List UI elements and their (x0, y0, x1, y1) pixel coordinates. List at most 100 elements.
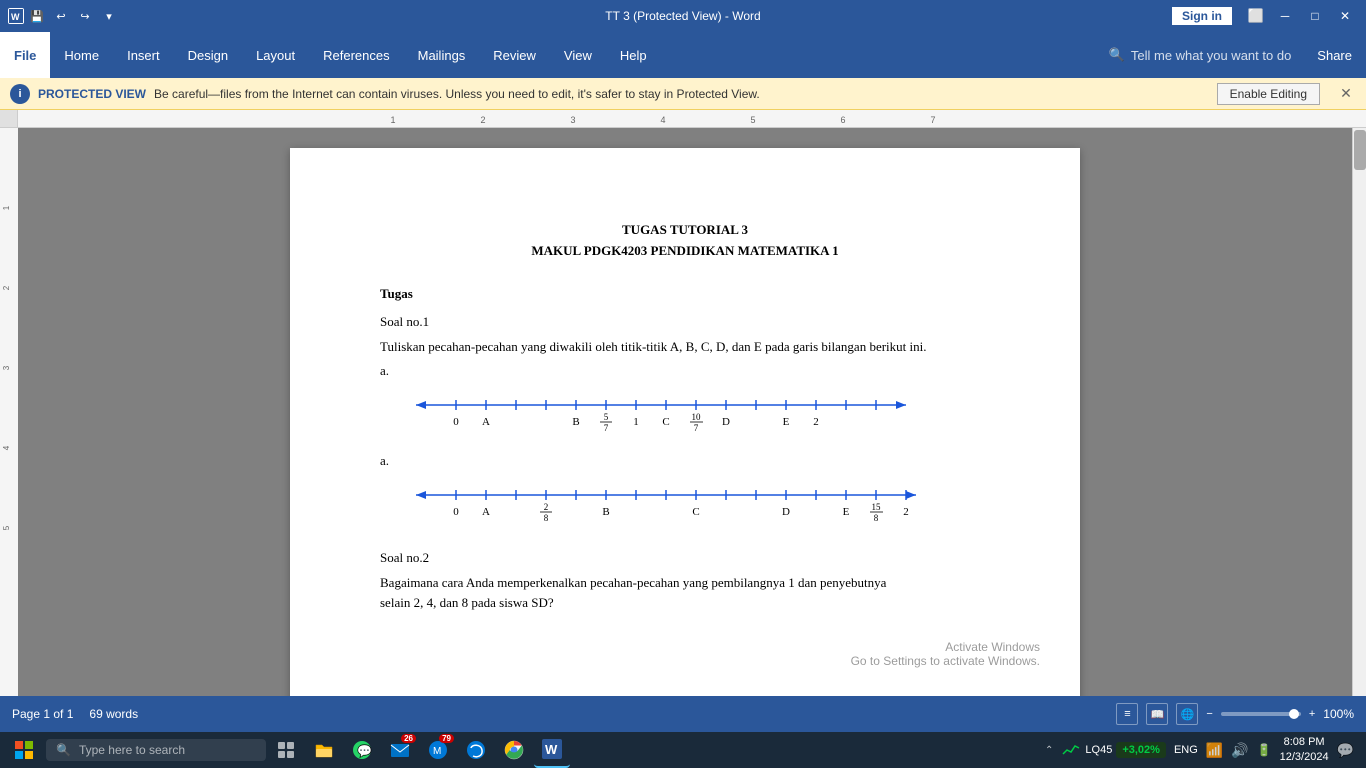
protected-view-bar: i PROTECTED VIEW Be careful—files from t… (0, 78, 1366, 110)
svg-text:6: 6 (840, 115, 845, 125)
taskbar-right: ⌃ LQ45 +3,02% ENG 📶 🔊 🔋 8:08 PM 12/3/202… (1045, 735, 1362, 766)
enable-editing-button[interactable]: Enable Editing (1217, 83, 1320, 105)
title-bar-left: W 💾 ↩ ↪ ▾ (8, 5, 120, 27)
tab-mailings[interactable]: Mailings (404, 32, 480, 78)
section-tugas: Tugas (380, 286, 990, 302)
taskbar-search-icon: 🔍 (56, 743, 71, 757)
activate-watermark: Activate Windows Go to Settings to activ… (851, 640, 1040, 668)
web-layout-btn[interactable]: 🌐 (1176, 703, 1198, 725)
taskview-btn[interactable] (268, 732, 304, 768)
word-count: 69 words (89, 707, 138, 721)
file-explorer-btn[interactable] (306, 732, 342, 768)
share-button[interactable]: Share (1303, 32, 1366, 78)
undo-quick-btn[interactable]: ↩ (50, 5, 72, 27)
status-right: ≡ 📖 🌐 − + 100% (1116, 703, 1354, 725)
taskbar-search[interactable]: 🔍 Type here to search (46, 739, 266, 761)
horizontal-ruler: // Just draw ticks in SVG statically for… (18, 110, 1366, 127)
tray-arrow[interactable]: ⌃ (1045, 745, 1053, 756)
chrome-btn[interactable] (496, 732, 532, 768)
tab-review[interactable]: Review (479, 32, 550, 78)
ruler: // Just draw ticks in SVG statically for… (0, 110, 1366, 128)
svg-text:E: E (843, 506, 850, 518)
svg-text:3: 3 (570, 115, 575, 125)
svg-text:1: 1 (633, 416, 639, 428)
tab-view[interactable]: View (550, 32, 606, 78)
svg-text:2: 2 (813, 416, 819, 428)
ribbon-toggle-btn[interactable]: ⬜ (1244, 6, 1268, 26)
tab-help[interactable]: Help (606, 32, 661, 78)
vertical-scrollbar[interactable] (1352, 128, 1366, 696)
close-btn[interactable]: ✕ (1332, 6, 1358, 26)
svg-text:2: 2 (544, 502, 549, 512)
main-area: 1 2 3 4 5 TUGAS TUTORIAL 3 MAKUL PDGK420… (0, 128, 1366, 696)
save-quick-btn[interactable]: 💾 (26, 5, 48, 27)
svg-text:B: B (602, 506, 609, 518)
search-icon: 🔍 (1109, 47, 1125, 63)
time-display: 8:08 PM (1280, 735, 1329, 750)
svg-text:A: A (482, 506, 490, 518)
tab-insert[interactable]: Insert (113, 32, 174, 78)
document-area[interactable]: TUGAS TUTORIAL 3 MAKUL PDGK4203 PENDIDIK… (18, 128, 1352, 696)
title-line2: MAKUL PDGK4203 PENDIDIKAN MATEMATIKA 1 (380, 241, 990, 262)
ribbon-search[interactable]: 🔍 Tell me what you want to do (1097, 32, 1304, 78)
read-mode-btn[interactable]: 📖 (1146, 703, 1168, 725)
zoom-slider[interactable] (1221, 712, 1301, 716)
ribbon-search-text: Tell me what you want to do (1131, 48, 1291, 63)
svg-text:W: W (11, 12, 20, 22)
title-bar-right: Sign in ⬜ ─ □ ✕ (1172, 6, 1358, 26)
customize-quick-btn[interactable]: ▾ (98, 5, 120, 27)
email-btn[interactable]: 26 (382, 732, 418, 768)
svg-text:2: 2 (480, 115, 485, 125)
svg-text:2: 2 (2, 285, 11, 290)
maximize-btn[interactable]: □ (1302, 6, 1328, 26)
battery-icon[interactable]: 🔋 (1257, 743, 1272, 757)
messaging-btn[interactable]: M 79 (420, 732, 456, 768)
whatsapp-btn[interactable]: 💬 (344, 732, 380, 768)
svg-text:8: 8 (874, 513, 879, 523)
sys-tray-icons: ⌃ (1045, 745, 1053, 756)
redo-quick-btn[interactable]: ↪ (74, 5, 96, 27)
svg-text:7: 7 (694, 423, 699, 433)
protected-close-btn[interactable]: ✕ (1336, 84, 1356, 104)
network-icon[interactable]: 📶 (1206, 742, 1223, 759)
svg-text:C: C (662, 416, 669, 428)
zoom-minus[interactable]: − (1206, 708, 1212, 720)
svg-text:W: W (545, 742, 558, 757)
word-taskbar-btn[interactable]: W (534, 732, 570, 768)
svg-text:1: 1 (2, 205, 11, 210)
svg-text:2: 2 (903, 506, 909, 518)
svg-text:4: 4 (660, 115, 665, 125)
number-line-1-svg: 0 A B 5 7 1 C 10 7 D E 2 (396, 387, 926, 437)
edge-btn[interactable] (458, 732, 494, 768)
svg-text:5: 5 (604, 412, 609, 422)
language-indicator[interactable]: ENG (1174, 744, 1198, 756)
taskbar-search-placeholder: Type here to search (79, 743, 185, 757)
status-bar: Page 1 of 1 69 words ≡ 📖 🌐 − + 100% (0, 696, 1366, 732)
soal1-text: Tuliskan pecahan-pecahan yang diwakili o… (380, 337, 990, 357)
tab-file[interactable]: File (0, 32, 50, 78)
tab-layout[interactable]: Layout (242, 32, 309, 78)
svg-text:E: E (783, 416, 790, 428)
print-layout-btn[interactable]: ≡ (1116, 703, 1138, 725)
date-display: 12/3/2024 (1280, 750, 1329, 765)
stock-indicator: LQ45 +3,02% (1061, 742, 1166, 758)
volume-icon[interactable]: 🔊 (1231, 742, 1248, 759)
zoom-plus[interactable]: + (1309, 708, 1315, 720)
system-time[interactable]: 8:08 PM 12/3/2024 (1280, 735, 1329, 766)
sign-in-button[interactable]: Sign in (1172, 7, 1232, 25)
tab-design[interactable]: Design (174, 32, 242, 78)
start-button[interactable] (4, 732, 44, 768)
svg-text:15: 15 (872, 502, 882, 512)
svg-text:💬: 💬 (357, 744, 372, 758)
svg-text:8: 8 (544, 513, 549, 523)
protected-message: Be careful—files from the Internet can c… (154, 87, 760, 101)
page-info: Page 1 of 1 (12, 707, 73, 721)
notification-btn[interactable]: 💬 (1337, 742, 1354, 759)
minimize-btn[interactable]: ─ (1272, 6, 1298, 26)
taskbar: 🔍 Type here to search 💬 26 M (0, 732, 1366, 768)
tab-references[interactable]: References (309, 32, 403, 78)
soal2-text: Bagaimana cara Anda memperkenalkan pecah… (380, 573, 990, 612)
tab-home[interactable]: Home (50, 32, 113, 78)
stock-name: LQ45 (1085, 744, 1112, 756)
svg-text:B: B (572, 416, 579, 428)
